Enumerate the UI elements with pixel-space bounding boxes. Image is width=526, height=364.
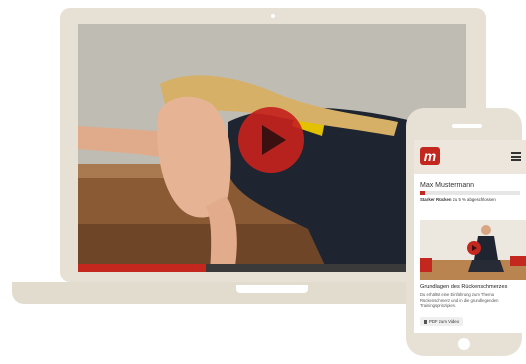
- play-icon: [262, 125, 286, 155]
- laptop-trackpad-notch: [236, 285, 308, 293]
- pdf-button-label: PDF zum Video: [429, 319, 460, 324]
- lesson-title[interactable]: Grundlagen des Rückenschmerzes: [420, 284, 507, 290]
- course-progress-bar: [420, 191, 520, 195]
- course-title: Starker Rücken: [420, 197, 452, 202]
- lesson-play-button[interactable]: [467, 241, 481, 255]
- pdf-icon: [424, 319, 427, 324]
- mobile-header: m: [414, 140, 526, 174]
- laptop-camera: [271, 14, 275, 18]
- phone-speaker: [452, 124, 482, 128]
- phone-screen: m Max Mustermann Starker Rücken zu 5 % a…: [414, 140, 526, 333]
- play-button[interactable]: [238, 107, 304, 173]
- phone-home-button: [458, 338, 470, 350]
- pdf-download-button[interactable]: PDF zum Video: [420, 317, 464, 326]
- lesson-description: Du erhältst eine Einführung zum Thema Rü…: [420, 292, 499, 309]
- brand-logo[interactable]: m: [420, 147, 440, 165]
- user-name: Max Mustermann: [420, 182, 475, 189]
- course-status: zu 5 % abgeschlossen: [451, 197, 496, 202]
- course-progress-text: Starker Rücken zu 5 % abgeschlossen: [420, 197, 496, 202]
- hamburger-menu-icon[interactable]: [511, 152, 521, 161]
- course-progress-fill: [420, 191, 425, 195]
- video-progress-fill: [78, 264, 207, 272]
- play-icon: [472, 244, 477, 251]
